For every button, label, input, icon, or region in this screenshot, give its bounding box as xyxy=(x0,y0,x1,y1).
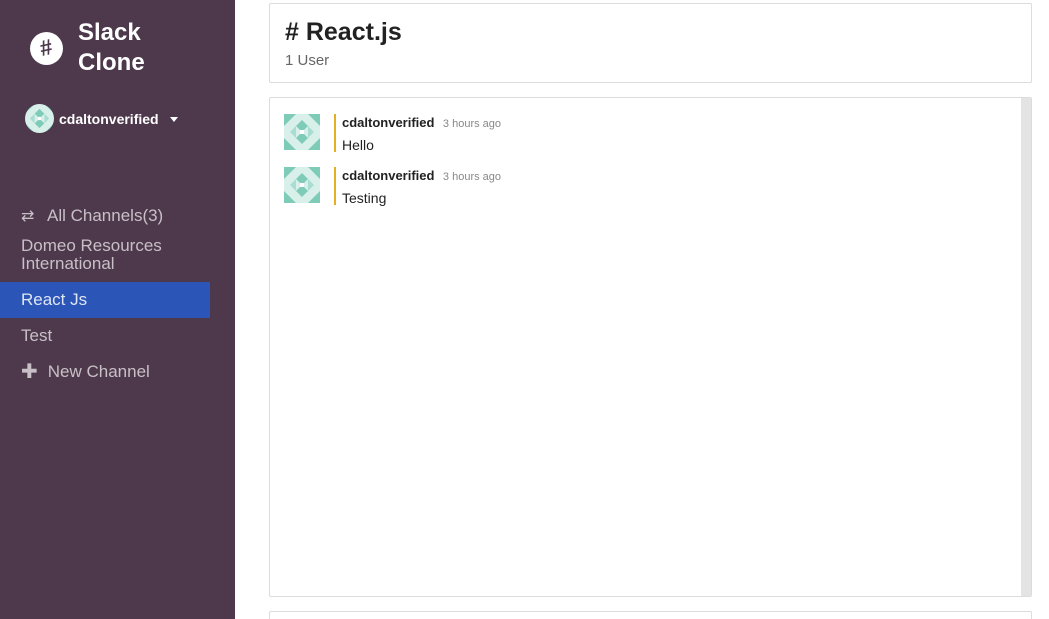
brand-name: Slack Clone xyxy=(78,19,145,76)
channel-label: Test xyxy=(21,326,53,345)
channel-nav: ⇄ All Channels(3) Domeo Resources Intern… xyxy=(0,198,210,390)
user-menu[interactable]: cdaltonverified xyxy=(25,104,178,133)
chevron-down-icon[interactable] xyxy=(169,117,178,122)
slack-logo-icon: # xyxy=(30,31,63,65)
message-list: cdaltonverified 3 hours ago Hello cdalto… xyxy=(269,97,1032,597)
channel-item-react-js[interactable]: React Js xyxy=(0,282,210,318)
message-input-area[interactable] xyxy=(269,611,1032,619)
channel-item-test[interactable]: Test xyxy=(0,318,210,354)
message-avatar[interactable] xyxy=(284,167,320,203)
new-channel-label: New Channel xyxy=(47,362,150,381)
message-text: Testing xyxy=(342,190,387,206)
message-item: cdaltonverified 3 hours ago Hello xyxy=(284,114,502,153)
message-item: cdaltonverified 3 hours ago Testing xyxy=(284,167,502,206)
message-list-scrollbar[interactable] xyxy=(1021,98,1031,596)
message-author[interactable]: cdaltonverified xyxy=(342,168,434,183)
user-name: cdaltonverified xyxy=(59,110,159,127)
message-timestamp: 3 hours ago xyxy=(442,171,502,183)
channel-user-count: 1 User xyxy=(285,52,330,69)
swap-arrows-icon: ⇄ xyxy=(21,208,35,225)
brand[interactable]: # Slack Clone xyxy=(30,18,168,78)
user-avatar xyxy=(25,104,54,133)
channel-label: React Js xyxy=(21,290,88,309)
channel-header: # React.js 1 User xyxy=(269,3,1032,83)
message-text: Hello xyxy=(342,137,374,153)
message-avatar[interactable] xyxy=(284,114,320,150)
channel-label: Domeo Resources International xyxy=(21,236,162,273)
message-author[interactable]: cdaltonverified xyxy=(342,115,434,130)
sidebar: # Slack Clone cdaltonverified ⇄ All Chan… xyxy=(0,0,235,619)
plus-icon: ✚ xyxy=(21,361,38,383)
all-channels-label: All Channels(3) xyxy=(47,206,164,225)
message-timestamp: 3 hours ago xyxy=(442,118,502,130)
channel-item-domeo[interactable]: Domeo Resources International xyxy=(0,234,210,282)
all-channels-link[interactable]: ⇄ All Channels(3) xyxy=(0,198,210,234)
channel-title: # React.js xyxy=(285,18,402,46)
new-channel-button[interactable]: ✚ New Channel xyxy=(0,354,210,390)
